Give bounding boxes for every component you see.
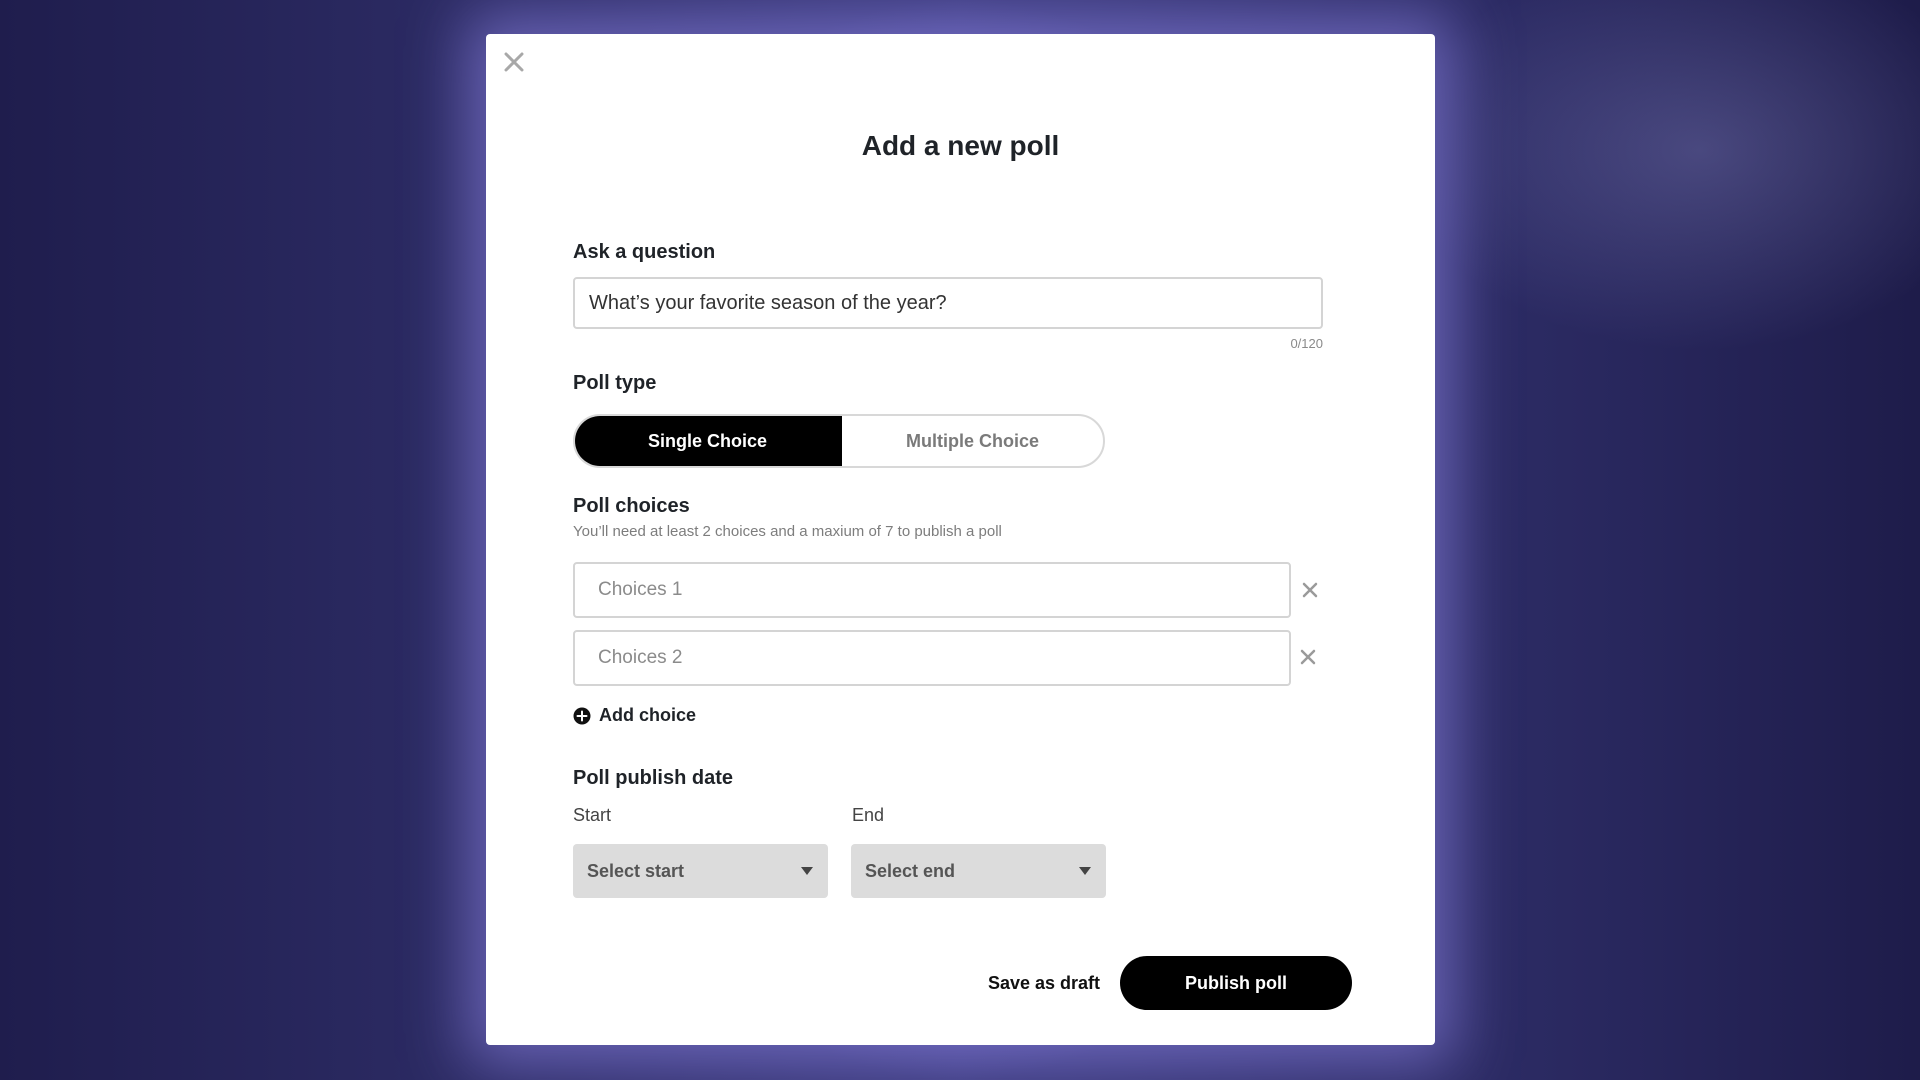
add-choice-button[interactable]: Add choice: [573, 705, 696, 726]
end-select-text: Select end: [865, 860, 956, 881]
add-choice-label: Add choice: [599, 705, 697, 725]
poll-choices-helper: You’ll need at least 2 choices and a max…: [573, 523, 1002, 540]
question-char-counter: 0/120: [1290, 336, 1323, 351]
start-label: Start: [573, 805, 612, 825]
save-draft-button[interactable]: Save as draft: [964, 956, 1124, 1010]
question-input[interactable]: [573, 277, 1323, 329]
add-poll-dialog: Add a new poll Ask a question 0/120 Poll…: [486, 34, 1435, 1045]
caret-down-icon: [801, 867, 813, 875]
publish-date-label: Poll publish date: [573, 767, 734, 789]
single-choice-option[interactable]: Single Choice: [575, 416, 842, 466]
close-icon: [504, 52, 524, 72]
multiple-choice-option[interactable]: Multiple Choice: [842, 416, 1103, 466]
close-icon: [1300, 649, 1316, 665]
remove-choice-1-button[interactable]: [1299, 579, 1321, 601]
question-label: Ask a question: [573, 241, 716, 263]
caret-down-icon: [1079, 867, 1091, 875]
plus-circle-icon: [573, 707, 591, 724]
start-select-text: Select start: [587, 860, 685, 881]
poll-choices-label: Poll choices: [573, 495, 690, 517]
choice-input-2[interactable]: [573, 630, 1291, 686]
dialog-title: Add a new poll: [861, 130, 1060, 161]
end-label: End: [852, 805, 885, 825]
poll-type-toggle: Single Choice Multiple Choice: [573, 414, 1105, 468]
poll-type-label: Poll type: [573, 372, 657, 394]
publish-poll-button[interactable]: Publish poll: [1120, 956, 1352, 1010]
remove-choice-2-button[interactable]: [1297, 646, 1319, 668]
start-date-select[interactable]: Select start: [573, 844, 828, 898]
close-button[interactable]: [500, 48, 528, 76]
close-icon: [1302, 582, 1318, 598]
choice-input-1[interactable]: [573, 562, 1291, 618]
end-date-select[interactable]: Select end: [851, 844, 1106, 898]
